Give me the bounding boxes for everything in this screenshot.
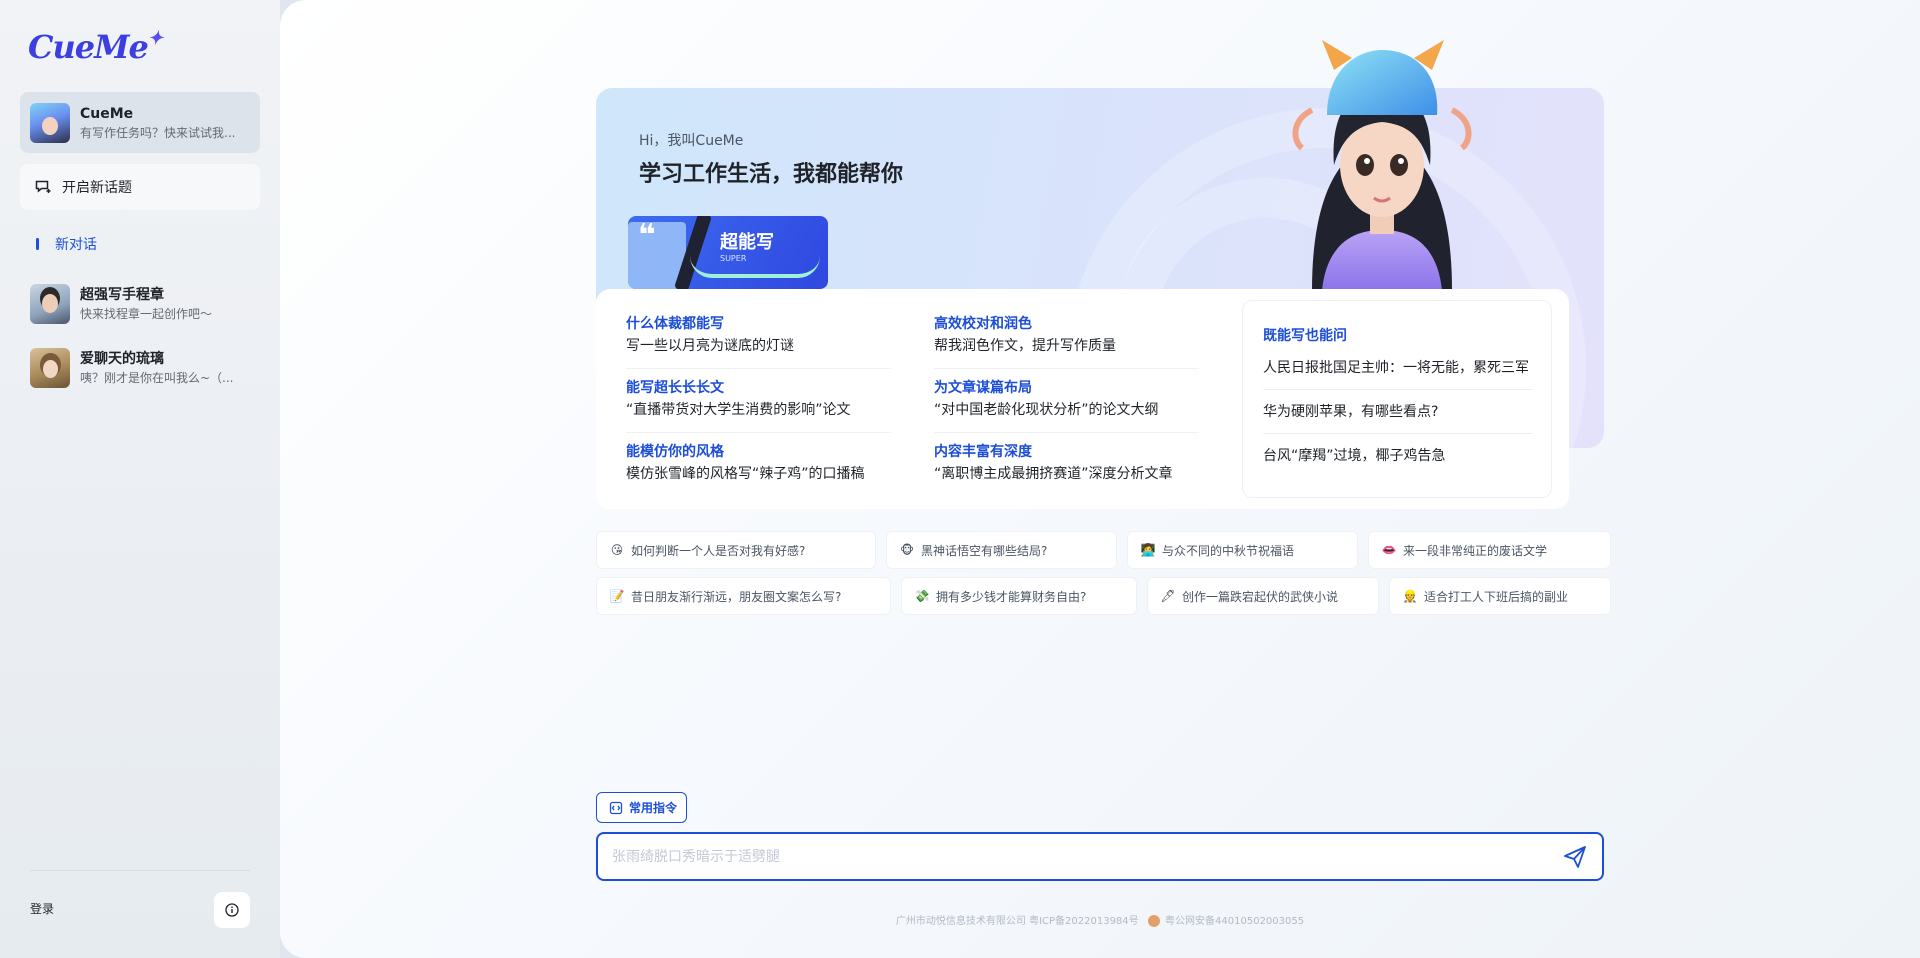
feature-title: 能写超长长长文 bbox=[626, 380, 724, 396]
new-topic-button[interactable]: 开启新话题 bbox=[20, 164, 260, 210]
sidebar: CueMe✦ CueMe 有写作任务吗？快来试试我... 开启新话题 新对话 超… bbox=[0, 0, 280, 958]
common-commands-label: 常用指令 bbox=[629, 801, 678, 815]
chip-label: 来一段非常纯正的废话文学 bbox=[1403, 543, 1548, 558]
feature-desc: “直播带货对大学生消费的影响”论文 bbox=[626, 402, 851, 418]
feature-title: 为文章谋篇布局 bbox=[934, 380, 1032, 396]
icp-record-link[interactable]: 广州市动悦信息技术有限公司 粤ICP备2022013984号 bbox=[896, 916, 1139, 927]
suggestion-chip[interactable]: 😘 如何判断一个人是否对我有好感? bbox=[596, 531, 876, 569]
suggestion-chip[interactable]: 🖋 创作一篇跌宕起伏的武侠小说 bbox=[1147, 577, 1379, 615]
feature-desc: 模仿张雪峰的风格写“辣子鸡”的口播稿 bbox=[626, 466, 865, 482]
hero-greeting: Hi，我叫CueMe bbox=[639, 133, 744, 149]
feature-item[interactable]: 高效校对和润色 帮我润色作文，提升写作质量 bbox=[934, 314, 1206, 356]
cueme-character-illustration bbox=[1292, 40, 1472, 290]
quote-icon: ❝ bbox=[638, 218, 656, 253]
feature-item[interactable]: 能写超长长长文 “直播带货对大学生消费的影响”论文 bbox=[626, 378, 898, 420]
suggestion-chip[interactable]: 🐵 黑神话悟空有哪些结局? bbox=[886, 531, 1117, 569]
feature-desc: “离职博主成最拥挤赛道”深度分析文章 bbox=[934, 466, 1173, 482]
chip-label: 创作一篇跌宕起伏的武侠小说 bbox=[1182, 589, 1339, 604]
chip-label: 黑神话悟空有哪些结局? bbox=[921, 543, 1048, 558]
conversation-item[interactable]: 爱聊天的琉璃 咦？刚才是你在叫我么~（... bbox=[30, 346, 260, 390]
cueme-logo[interactable]: CueMe✦ bbox=[28, 28, 163, 66]
chip-label: 昔日朋友渐行渐远，朋友圈文案怎么写? bbox=[631, 589, 842, 604]
ask-panel: 既能写也能问 人民日报批国足主帅：一将无能，累死三军 华为硬刚苹果，有哪些看点?… bbox=[1242, 300, 1552, 498]
hot-question-item[interactable]: 台风“摩羯”过境，椰子鸡告急 bbox=[1263, 445, 1533, 465]
feature-desc: 写一些以月亮为谜底的灯谜 bbox=[626, 338, 794, 354]
common-commands-button[interactable]: 常用指令 bbox=[596, 792, 687, 823]
sidebar-divider bbox=[30, 870, 250, 871]
swoosh-decoration bbox=[690, 256, 820, 278]
police-badge-icon bbox=[1147, 915, 1160, 927]
feature-title: 能模仿你的风格 bbox=[626, 444, 724, 460]
feature-divider bbox=[934, 432, 1199, 433]
send-icon[interactable] bbox=[1562, 844, 1588, 870]
active-indicator bbox=[36, 238, 39, 250]
worker-icon: 👷 bbox=[1402, 589, 1418, 603]
bot-subtitle: 有写作任务吗？快来试试我... bbox=[80, 125, 236, 140]
conversation-subtitle: 快来找程章一起创作吧～ bbox=[80, 307, 213, 321]
info-button[interactable] bbox=[214, 892, 250, 928]
feature-item[interactable]: 能模仿你的风格 模仿张雪峰的风格写“辣子鸡”的口播稿 bbox=[626, 442, 898, 484]
kiss-face-icon: 😘 bbox=[610, 543, 624, 557]
sidebar-item-new-chat[interactable]: 新对话 bbox=[36, 234, 97, 254]
technologist-icon: 👩‍💻 bbox=[1140, 543, 1156, 557]
ask-divider bbox=[1263, 433, 1533, 434]
sidebar-item-label: 新对话 bbox=[55, 237, 97, 253]
chip-label: 适合打工人下班后搞的副业 bbox=[1424, 589, 1569, 604]
conversation-name: 超强写手程章 bbox=[80, 287, 164, 303]
avatar bbox=[30, 102, 70, 143]
sparkle-icon: ✦ bbox=[147, 28, 163, 49]
ask-panel-title: 既能写也能问 bbox=[1263, 328, 1347, 344]
badge-title: 超能写 bbox=[720, 232, 774, 253]
lips-icon: 👄 bbox=[1381, 543, 1397, 557]
chip-label: 拥有多少钱才能算财务自由? bbox=[936, 589, 1087, 604]
hot-question-item[interactable]: 华为硬刚苹果，有哪些看点? bbox=[1263, 401, 1533, 421]
conversation-item[interactable]: 超强写手程章 快来找程章一起创作吧～ bbox=[30, 282, 260, 326]
conversation-subtitle: 咦？刚才是你在叫我么~（... bbox=[80, 371, 234, 385]
feature-title: 什么体裁都能写 bbox=[626, 316, 724, 332]
new-chat-icon bbox=[35, 180, 51, 193]
feature-divider bbox=[934, 368, 1199, 369]
hero-headline: 学习工作生活，我都能帮你 bbox=[639, 162, 904, 187]
new-topic-label: 开启新话题 bbox=[62, 180, 132, 196]
feature-item[interactable]: 内容丰富有深度 “离职博主成最拥挤赛道”深度分析文章 bbox=[934, 442, 1206, 484]
suggestion-chip[interactable]: 👄 来一段非常纯正的废话文学 bbox=[1368, 531, 1611, 569]
avatar bbox=[30, 348, 70, 388]
suggestion-chip[interactable]: 📝 昔日朋友渐行渐远，朋友圈文案怎么写? bbox=[596, 577, 891, 615]
feature-divider bbox=[626, 432, 891, 433]
feature-divider bbox=[626, 368, 891, 369]
avatar bbox=[30, 284, 70, 324]
logo-text: CueMe bbox=[28, 28, 149, 66]
monkey-icon: 🐵 bbox=[900, 543, 914, 557]
feature-desc: 帮我润色作文，提升写作质量 bbox=[934, 338, 1116, 354]
conversation-name: 爱聊天的琉璃 bbox=[80, 351, 164, 367]
hot-question-item[interactable]: 人民日报批国足主帅：一将无能，累死三军 bbox=[1263, 357, 1533, 377]
police-record-link[interactable]: 粤公网安备44010502003055 bbox=[1165, 916, 1304, 927]
footer: 广州市动悦信息技术有限公司 粤ICP备2022013984号 粤公网安备4401… bbox=[596, 912, 1604, 927]
chip-label: 与众不同的中秋节祝福语 bbox=[1162, 543, 1295, 558]
feature-title: 内容丰富有深度 bbox=[934, 444, 1032, 460]
suggestion-chip[interactable]: 💸 拥有多少钱才能算财务自由? bbox=[901, 577, 1137, 615]
super-write-badge: ❝ 超能写 SUPER bbox=[628, 216, 828, 289]
feature-item[interactable]: 什么体裁都能写 写一些以月亮为谜底的灯谜 bbox=[626, 314, 898, 356]
message-composer bbox=[596, 832, 1604, 881]
chip-label: 如何判断一个人是否对我有好感? bbox=[631, 543, 806, 558]
memo-icon: 📝 bbox=[609, 589, 625, 603]
feature-desc: “对中国老龄化现状分析”的论文大纲 bbox=[934, 402, 1159, 418]
pen-icon: 🖋 bbox=[1160, 589, 1176, 603]
bot-name: CueMe bbox=[80, 105, 134, 122]
suggestion-chip[interactable]: 👷 适合打工人下班后搞的副业 bbox=[1389, 577, 1611, 615]
message-input[interactable] bbox=[612, 834, 1542, 879]
login-link[interactable]: 登录 bbox=[30, 900, 54, 917]
money-icon: 💸 bbox=[914, 589, 930, 603]
bot-card-cueme[interactable]: CueMe 有写作任务吗？快来试试我... bbox=[20, 92, 260, 153]
feature-item[interactable]: 为文章谋篇布局 “对中国老龄化现状分析”的论文大纲 bbox=[934, 378, 1206, 420]
command-icon bbox=[609, 801, 623, 814]
ask-divider bbox=[1263, 389, 1533, 390]
feature-title: 高效校对和润色 bbox=[934, 316, 1032, 332]
info-icon bbox=[225, 903, 239, 917]
suggestion-chip[interactable]: 👩‍💻 与众不同的中秋节祝福语 bbox=[1127, 531, 1358, 569]
badge-subtitle: SUPER bbox=[720, 254, 747, 263]
